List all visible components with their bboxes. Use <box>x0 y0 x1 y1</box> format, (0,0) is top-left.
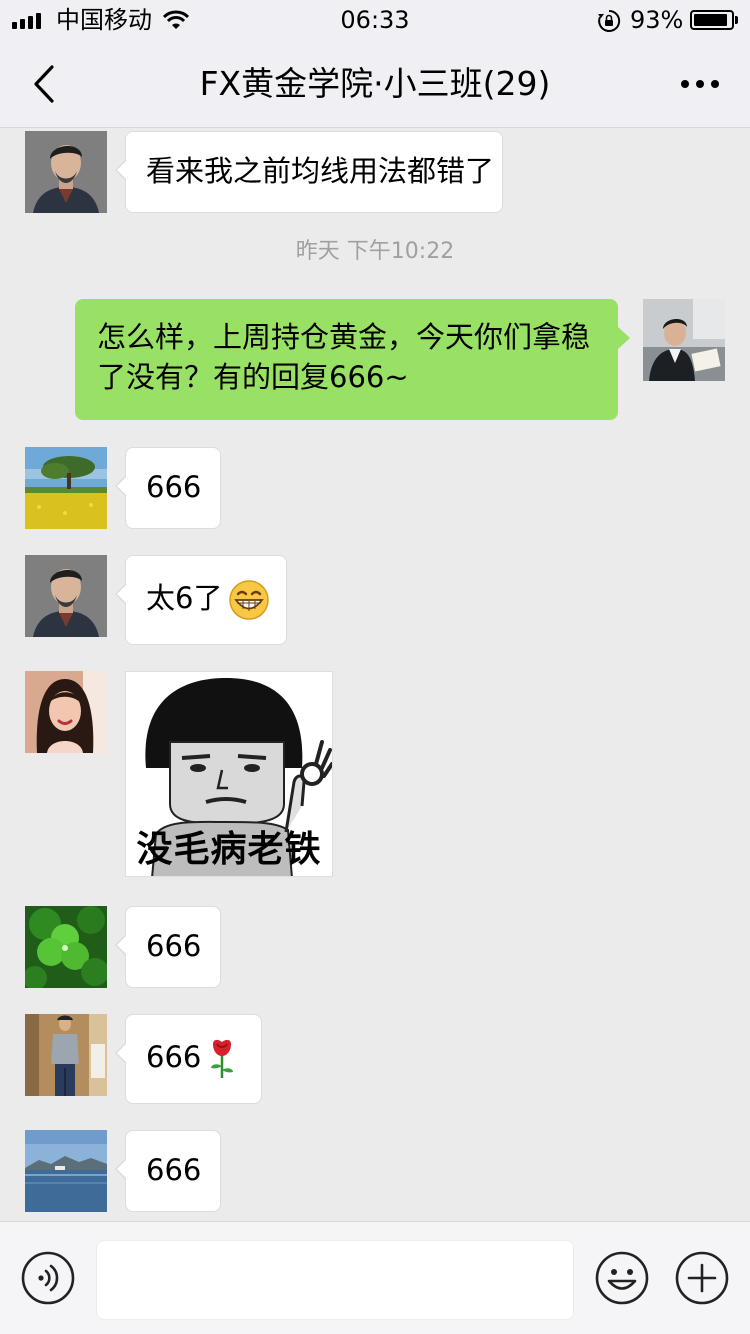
battery-percent: 93% <box>630 6 684 34</box>
man-reading-avatar-icon <box>643 299 725 381</box>
battery-cap <box>735 16 738 24</box>
avatar[interactable] <box>25 671 107 753</box>
battery-level-fill <box>694 14 728 26</box>
message-text: 666 <box>146 1153 202 1187</box>
message-bubble[interactable]: 666 <box>115 1014 262 1104</box>
message-text: 太6了 <box>146 581 223 615</box>
sticker-caption: 没毛病老铁 <box>136 829 322 870</box>
man-portrait-avatar-icon <box>25 555 107 637</box>
message-text: 看来我之前均线用法都错了 <box>146 154 495 188</box>
woman-selfie-avatar-icon <box>25 671 107 753</box>
more-actions-button[interactable] <box>674 1250 730 1310</box>
avatar[interactable] <box>25 131 107 213</box>
message-bubble-outgoing[interactable]: 怎么样，上周持仓黄金，今天你们拿稳了没有？有的回复666~ <box>75 299 630 420</box>
man-standing-avatar-icon <box>25 1014 107 1096</box>
avatar[interactable] <box>25 447 107 529</box>
chat-title: FX黄金学院·小三班(29) <box>199 64 551 103</box>
avatar[interactable] <box>25 555 107 637</box>
message-bubble[interactable]: 看来我之前均线用法都错了 <box>115 131 503 213</box>
message-text: 怎么样，上周持仓黄金，今天你们拿稳了没有？有的回复666~ <box>97 320 591 394</box>
tree-field-avatar-icon <box>25 447 107 529</box>
more-dots-icon <box>681 80 719 88</box>
sea-skyline-avatar-icon <box>25 1130 107 1212</box>
message-timestamp: 昨天 下午10:22 <box>295 239 455 264</box>
message-list[interactable]: 看来我之前均线用法都错了 昨天 下午10:22 怎么样，上周持仓黄金，今天你们拿… <box>0 128 750 1221</box>
status-bar: 中国移动 06:33 93% <box>0 0 750 40</box>
avatar[interactable] <box>25 1014 107 1096</box>
chat-input-bar <box>0 1221 750 1334</box>
clover-avatar-icon <box>25 906 107 988</box>
message-text: 666 <box>146 1040 202 1074</box>
rose-emoji-icon <box>211 1039 234 1078</box>
message-bubble[interactable]: 666 <box>115 906 221 988</box>
wechat-group-chat-screen: 中国移动 06:33 93% FX黄金学院·小三班(29) 看来我之前均线用法都… <box>0 0 750 1334</box>
message-bubble[interactable]: 太6了 <box>115 555 287 645</box>
avatar-self[interactable] <box>643 299 725 381</box>
chat-nav-bar: FX黄金学院·小三班(29) <box>0 40 750 128</box>
message-bubble[interactable]: 666 <box>115 1130 221 1212</box>
emoji-icon <box>595 1251 649 1305</box>
plus-icon <box>675 1251 729 1305</box>
message-input[interactable] <box>96 1240 574 1320</box>
message-text: 666 <box>146 470 202 504</box>
avatar[interactable] <box>25 906 107 988</box>
battery-icon <box>690 10 734 30</box>
grin-emoji-icon <box>229 580 270 620</box>
avatar[interactable] <box>25 1130 107 1212</box>
message-bubble[interactable]: 666 <box>115 447 221 529</box>
orientation-lock-icon <box>598 9 621 32</box>
message-text: 666 <box>146 929 202 963</box>
emoji-button[interactable] <box>594 1250 650 1310</box>
more-options-button[interactable] <box>676 64 724 104</box>
voice-icon <box>21 1251 75 1305</box>
man-portrait-avatar-icon <box>25 131 107 213</box>
voice-input-button[interactable] <box>20 1250 76 1310</box>
sticker-message[interactable]: 没毛病老铁 <box>125 671 333 877</box>
